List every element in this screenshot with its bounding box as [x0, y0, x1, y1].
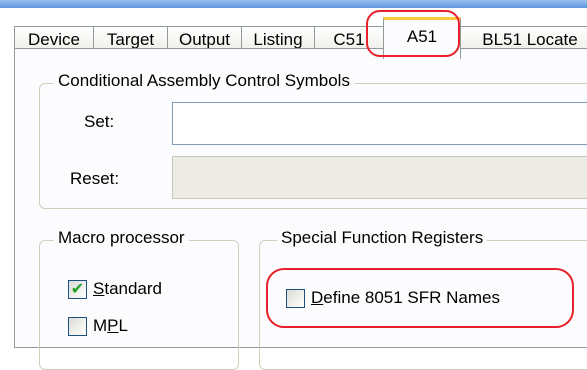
set-input[interactable] — [172, 102, 587, 145]
standard-label: Standard — [93, 279, 163, 298]
reset-input — [172, 156, 587, 199]
conditional-assembly-group: Conditional Assembly Control Symbols Set… — [39, 71, 587, 209]
window-title-bar — [0, 0, 587, 8]
mpl-option[interactable]: MPL — [68, 316, 128, 336]
check-icon: ✔ — [70, 279, 85, 298]
macro-processor-group: Macro processor ✔ Standard MPL — [39, 228, 239, 370]
reset-label: Reset: — [70, 169, 120, 188]
tab-strip: Device Target Output Listing C51 A51 BL5… — [0, 8, 587, 59]
macro-processor-legend: Macro processor — [54, 228, 189, 248]
sfr-legend: Special Function Registers — [277, 228, 488, 248]
standard-mnemonic: S — [93, 279, 105, 298]
standard-option[interactable]: ✔ Standard — [68, 279, 162, 299]
standard-checkbox[interactable]: ✔ — [68, 279, 87, 299]
mpl-mnemonic: P — [107, 316, 119, 335]
set-label: Set: — [84, 112, 115, 131]
mpl-checkbox[interactable] — [68, 316, 87, 336]
define-sfr-names-highlight — [266, 268, 574, 328]
mpl-label: MPL — [93, 316, 128, 335]
conditional-assembly-legend: Conditional Assembly Control Symbols — [54, 71, 354, 91]
a51-tab-highlight — [366, 10, 460, 57]
